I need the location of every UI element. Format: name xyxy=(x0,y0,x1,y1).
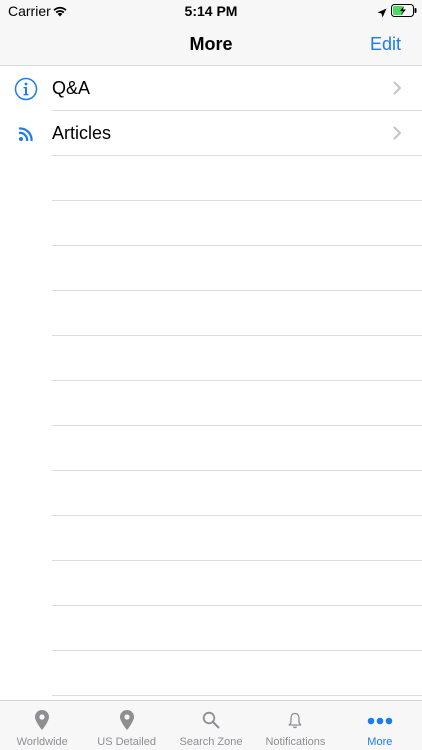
search-icon xyxy=(202,709,220,731)
list-item-qa[interactable]: Q&A xyxy=(0,66,422,111)
row-divider xyxy=(52,695,422,696)
map-pin-icon xyxy=(119,709,135,731)
battery-icon xyxy=(391,4,417,22)
tab-notifications[interactable]: Notifications xyxy=(253,701,337,750)
more-list: Q&A Articles xyxy=(0,66,422,696)
tab-worldwide[interactable]: Worldwide xyxy=(0,701,84,750)
empty-row xyxy=(0,336,422,381)
map-pin-icon xyxy=(34,709,50,731)
empty-row xyxy=(0,651,422,696)
tab-label: Notifications xyxy=(265,736,326,748)
tab-label: Worldwide xyxy=(16,736,68,748)
location-arrow-icon xyxy=(377,5,387,23)
tab-more[interactable]: More xyxy=(338,701,422,750)
empty-row xyxy=(0,201,422,246)
bell-icon xyxy=(288,709,302,731)
more-dots-icon xyxy=(367,709,393,731)
edit-button[interactable]: Edit xyxy=(370,34,401,55)
status-bar: Carrier 5:14 PM xyxy=(0,0,422,22)
tab-bar: Worldwide US Detailed Search Zone Notifi… xyxy=(0,700,422,750)
tab-label: More xyxy=(367,736,393,748)
rss-feed-icon xyxy=(14,122,38,146)
tab-label: US Detailed xyxy=(97,736,156,748)
tab-us-detailed[interactable]: US Detailed xyxy=(84,701,168,750)
empty-row xyxy=(0,516,422,561)
navigation-bar: More Edit xyxy=(0,22,422,66)
empty-row xyxy=(0,471,422,516)
empty-row xyxy=(0,561,422,606)
info-circle-icon xyxy=(14,77,38,101)
list-item-articles[interactable]: Articles xyxy=(0,111,422,156)
list-item-label: Q&A xyxy=(52,78,91,98)
chevron-right-icon xyxy=(393,126,402,145)
tab-search-zone[interactable]: Search Zone xyxy=(169,701,253,750)
empty-row xyxy=(0,246,422,291)
empty-row xyxy=(0,426,422,471)
chevron-right-icon xyxy=(393,81,402,100)
status-time: 5:14 PM xyxy=(184,3,238,19)
empty-row xyxy=(0,606,422,651)
empty-row xyxy=(0,291,422,336)
list-item-label: Articles xyxy=(52,123,112,143)
tab-label: Search Zone xyxy=(179,736,243,748)
empty-row xyxy=(0,381,422,426)
empty-row xyxy=(0,156,422,201)
page-title: More xyxy=(189,34,233,54)
